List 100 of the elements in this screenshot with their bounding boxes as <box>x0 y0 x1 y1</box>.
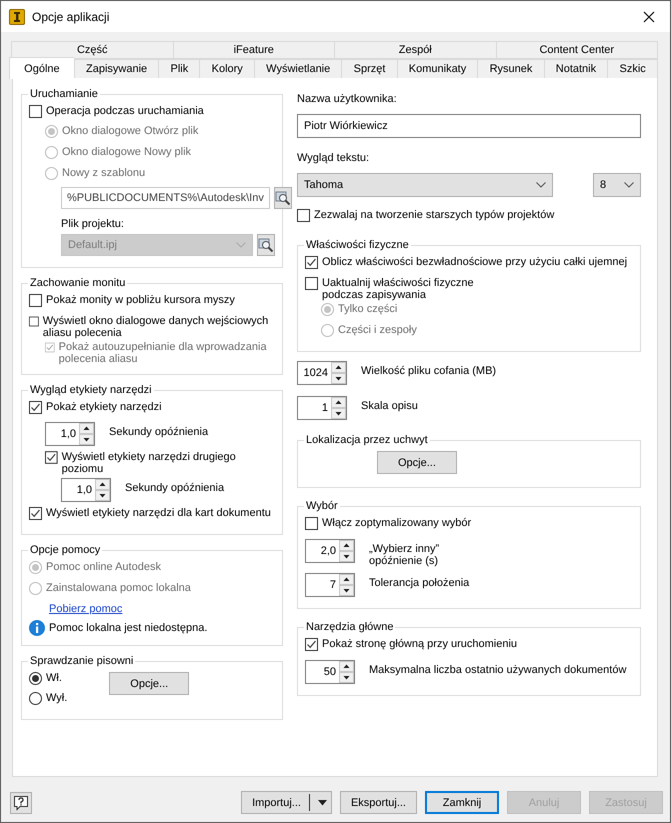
spin-box[interactable]: 1 <box>297 396 347 420</box>
spin-caption: Skala opisu <box>361 400 418 412</box>
checkbox[interactable] <box>29 294 42 307</box>
tab[interactable]: Część <box>11 41 172 59</box>
checkbox[interactable] <box>45 451 58 464</box>
tab[interactable]: Szkic <box>607 59 658 78</box>
spin-arrows-icon[interactable] <box>339 574 354 596</box>
spin-box[interactable]: 50 <box>305 660 355 684</box>
field-label: Nazwa użytkownika: <box>297 93 398 105</box>
group-title: Wygląd etykiety narzędzi <box>29 384 153 396</box>
spin-caption: Wielkość pliku cofania (MB) <box>361 365 496 377</box>
info-icon <box>29 620 45 636</box>
app-icon <box>9 8 25 24</box>
tab[interactable]: Kolory <box>199 59 254 78</box>
option-label: Wł. <box>46 672 62 684</box>
spin-arrows-icon[interactable] <box>339 540 354 562</box>
tab[interactable]: Sprzęt <box>341 59 397 78</box>
option-label: Pokaż autouzupełnianie dla wprowadzania polecenia aliasu <box>58 341 268 365</box>
text-field[interactable]: Piotr Wiórkiewicz <box>297 114 641 138</box>
spin-arrows-icon[interactable] <box>95 479 110 501</box>
option-label: Operacja podczas uruchamiania <box>46 105 204 117</box>
checkbox[interactable] <box>29 315 39 328</box>
spin-caption: Maksymalna liczba ostatnio używanych dokumentów <box>369 664 626 676</box>
option-label: Uaktualnij właściwości fizyczne podczas zapisywania <box>322 277 474 301</box>
option-label: Wyświetl etykiety narzędzi dla kart dokumentu <box>46 507 271 519</box>
option-label: Wyświetl okno dialogowe danych wejściowych aliasu polecenia <box>42 315 270 339</box>
magnifier-icon <box>275 192 290 206</box>
option-label: Wyświetl etykiety narzędzi drugiego poziomu <box>62 451 237 475</box>
spin-caption: „Wybierz inny” opóźnienie (s) <box>369 543 440 567</box>
checkbox[interactable] <box>305 256 318 269</box>
checkbox[interactable] <box>29 401 42 414</box>
option-label: Oblicz właściwości bezwładnościowe przy użyciu całki ujemnej <box>322 256 628 268</box>
spin-box[interactable]: 1024 <box>297 361 347 385</box>
group-title: Uruchamianie <box>29 88 99 100</box>
tab[interactable]: Notatnik <box>544 59 608 78</box>
dialog-button[interactable]: Zamknij <box>425 791 499 814</box>
option-label: Tylko części <box>338 303 398 315</box>
spin-arrows-icon[interactable] <box>79 423 94 445</box>
radio-button[interactable] <box>29 692 42 705</box>
checkbox[interactable] <box>29 105 42 118</box>
spin-box[interactable]: 7 <box>305 573 355 597</box>
field-label: Plik projektu: <box>61 218 125 230</box>
tab[interactable]: Ogólne <box>9 57 74 79</box>
spin-arrows-icon[interactable] <box>331 362 346 384</box>
tab[interactable]: iFeature <box>172 41 334 59</box>
option-label: Okno dialogowe Otwórz plik <box>62 125 198 137</box>
spin-arrows-icon[interactable] <box>331 397 346 419</box>
spin-box[interactable]: 1,0 <box>61 478 111 502</box>
window-title: Opcje aplikacji <box>32 10 110 24</box>
spin-caption: Sekundy opóźnienia <box>109 426 208 438</box>
option-label: Części i zespoły <box>338 324 417 336</box>
caret-icon[interactable] <box>318 800 327 806</box>
help-button[interactable] <box>10 792 32 814</box>
option-label: Zainstalowana pomoc lokalna <box>46 582 191 594</box>
options-button[interactable]: Opcje... <box>377 451 457 474</box>
option-label: Okno dialogowe Nowy plik <box>62 146 192 158</box>
tab[interactable]: Komunikaty <box>396 59 478 78</box>
option-label: Pokaż etykiety narzędzi <box>46 401 162 413</box>
spin-arrows-icon[interactable] <box>339 661 354 683</box>
option-label: Pokaż stronę główną przy uruchomieniu <box>322 638 518 650</box>
group-title: Zachowanie monitu <box>29 277 126 289</box>
tab[interactable]: Wyświetlanie <box>254 59 342 78</box>
option-label: Nowy z szablonu <box>62 167 146 179</box>
spin-box[interactable]: 2,0 <box>305 539 355 563</box>
chevron-icon <box>624 182 634 188</box>
tab[interactable]: Zespół <box>334 41 496 59</box>
chevron-icon <box>236 242 246 248</box>
group-title: Narzędzia główne <box>305 621 394 633</box>
checkbox[interactable] <box>29 507 42 520</box>
group-title: Sprawdzanie pisowni <box>29 655 134 667</box>
options-button[interactable]: Opcje... <box>109 672 190 695</box>
tab[interactable]: Zapisywanie <box>74 59 158 78</box>
group-title: Opcje pomocy <box>29 544 102 556</box>
help-icon <box>14 796 28 810</box>
option-label: Pomoc online Autodesk <box>46 561 161 573</box>
radio-button[interactable] <box>29 672 42 685</box>
dropdown[interactable]: 8 <box>593 173 641 197</box>
tab[interactable]: Content Center <box>496 41 658 59</box>
spin-caption: Sekundy opóźnienia <box>125 482 224 494</box>
tab[interactable]: Rysunek <box>477 59 544 78</box>
tab[interactable]: Plik <box>158 59 200 78</box>
option-label: Zezwalaj na tworzenie starszych typów projektów <box>314 209 554 221</box>
spin-box[interactable]: 1,0 <box>45 422 95 446</box>
group-title: Właściwości fizyczne <box>305 239 410 251</box>
group-title: Lokalizacja przez uchwyt <box>305 434 429 446</box>
dropdown[interactable]: Tahoma <box>297 173 553 197</box>
magnifier-icon <box>258 238 274 252</box>
checkbox[interactable] <box>305 277 318 290</box>
option-label: Wył. <box>46 692 68 704</box>
close-icon <box>643 10 655 22</box>
option-label: Pokaż monity w pobliżu kursora myszy <box>46 294 235 306</box>
dialog-button[interactable]: Importuj... <box>241 791 332 814</box>
group-title: Wybór <box>305 500 339 512</box>
checkbox[interactable] <box>305 517 318 530</box>
field-label: Wygląd tekstu: <box>297 152 370 164</box>
dialog-button[interactable]: Eksportuj... <box>340 791 417 814</box>
option-label: Włącz zoptymalizowany wybór <box>322 517 472 529</box>
checkbox[interactable] <box>297 209 310 222</box>
checkbox[interactable] <box>305 638 318 651</box>
spin-caption: Tolerancja położenia <box>369 577 470 589</box>
